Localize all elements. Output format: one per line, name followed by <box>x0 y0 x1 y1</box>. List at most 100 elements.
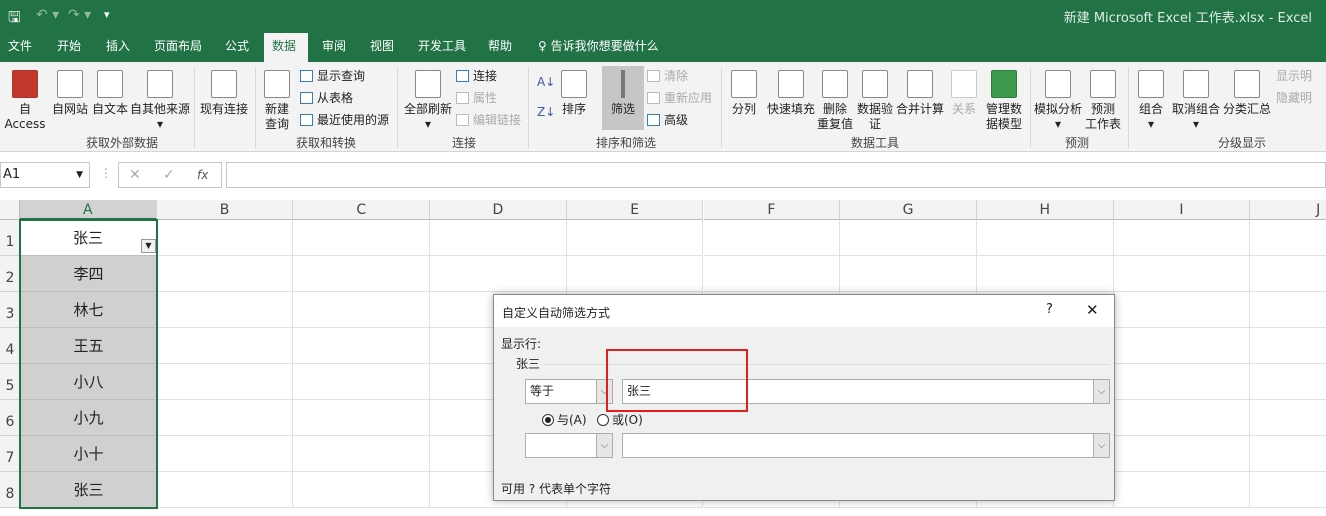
cell[interactable] <box>156 436 294 472</box>
cell[interactable] <box>1250 292 1326 328</box>
from-web-button[interactable]: 自网站 <box>50 70 90 117</box>
save-icon[interactable]: 🖫 <box>8 7 21 32</box>
cell[interactable] <box>566 256 704 292</box>
cell[interactable] <box>703 220 841 256</box>
remove-duplicates-button[interactable]: 删除 重复值 <box>816 70 854 132</box>
tab-help[interactable]: 帮助 <box>480 33 520 62</box>
tab-file[interactable]: 文件 <box>0 33 40 62</box>
hide-detail-button[interactable]: 隐藏明 <box>1276 90 1312 106</box>
insert-function-icon[interactable]: fx <box>197 163 208 187</box>
existing-connections-button[interactable]: 现有连接 <box>198 70 250 117</box>
clear-filter-button[interactable]: 清除 <box>647 68 688 84</box>
cell[interactable] <box>1250 364 1326 400</box>
tab-insert[interactable]: 插入 <box>98 33 138 62</box>
cell[interactable] <box>156 292 294 328</box>
cell-A4[interactable]: 王五 <box>20 328 157 364</box>
cell[interactable] <box>1113 472 1251 508</box>
select-all-button[interactable] <box>0 200 20 220</box>
cell[interactable] <box>1250 256 1326 292</box>
tab-view[interactable]: 视图 <box>362 33 402 62</box>
cell[interactable] <box>703 256 841 292</box>
cell[interactable] <box>293 436 431 472</box>
cell-A3[interactable]: 林七 <box>20 292 157 328</box>
cell[interactable] <box>156 364 294 400</box>
operator-2-select[interactable]: ⌵ <box>525 433 613 458</box>
what-if-analysis-button[interactable]: 模拟分析 ▾ <box>1033 70 1083 132</box>
cell[interactable] <box>156 400 294 436</box>
edit-links-button[interactable]: 编辑链接 <box>456 112 521 128</box>
row-header-2[interactable]: 2 <box>0 256 20 292</box>
row-header-7[interactable]: 7 <box>0 436 20 472</box>
data-validation-button[interactable]: 数据验 证 <box>855 70 895 132</box>
and-radio[interactable]: 与(A) <box>542 411 587 428</box>
new-query-button[interactable]: 新建 查询 <box>258 70 296 132</box>
tab-review[interactable]: 审阅 <box>314 33 354 62</box>
cell[interactable] <box>293 400 431 436</box>
operator-1-select[interactable]: 等于 ⌵ <box>525 379 613 404</box>
column-header-J[interactable]: J <box>1250 200 1326 220</box>
cell[interactable] <box>293 472 431 508</box>
cell[interactable] <box>430 256 567 292</box>
sort-button[interactable]: 排序 <box>558 70 590 117</box>
cell-A6[interactable]: 小九 <box>20 400 157 436</box>
reapply-button[interactable]: 重新应用 <box>647 90 712 106</box>
consolidate-button[interactable]: 合并计算 <box>895 70 945 117</box>
sort-ascending-button[interactable]: A↓ <box>537 74 555 90</box>
cell[interactable] <box>156 472 294 508</box>
customize-qat-icon[interactable]: ▾ <box>104 8 110 21</box>
relationships-button[interactable]: 关系 <box>948 70 980 117</box>
cell[interactable] <box>1250 472 1326 508</box>
cell[interactable] <box>1113 400 1251 436</box>
show-detail-button[interactable]: 显示明 <box>1276 68 1312 84</box>
cell[interactable] <box>156 220 294 256</box>
cell[interactable] <box>1113 292 1251 328</box>
cell[interactable] <box>840 256 977 292</box>
cell-A2[interactable]: 李四 <box>20 256 157 292</box>
cell[interactable] <box>430 220 567 256</box>
cell[interactable] <box>1113 328 1251 364</box>
cell[interactable] <box>1250 328 1326 364</box>
cell[interactable] <box>1113 220 1251 256</box>
advanced-filter-button[interactable]: 高级 <box>647 112 688 128</box>
formula-input[interactable] <box>226 162 1326 188</box>
from-text-button[interactable]: 自文本 <box>90 70 130 117</box>
cell-A8[interactable]: 张三 <box>20 472 157 508</box>
row-header-4[interactable]: 4 <box>0 328 20 364</box>
or-radio[interactable]: 或(O) <box>597 411 643 428</box>
name-box[interactable]: A1 ▼ <box>0 162 90 188</box>
forecast-sheet-button[interactable]: 预测 工作表 <box>1084 70 1122 132</box>
column-header-A[interactable]: A <box>20 200 157 220</box>
enter-icon[interactable]: ✓ <box>163 163 175 187</box>
tab-home[interactable]: 开始 <box>49 33 89 62</box>
from-other-sources-button[interactable]: 自其他来源 ▾ <box>130 70 190 132</box>
column-header-B[interactable]: B <box>156 200 294 220</box>
autofilter-dropdown-icon[interactable]: ▼ <box>141 239 156 253</box>
cell[interactable] <box>1250 436 1326 472</box>
row-header-8[interactable]: 8 <box>0 472 20 508</box>
help-button[interactable]: ? <box>1046 302 1053 317</box>
cell[interactable] <box>1113 364 1251 400</box>
connections-button[interactable]: 连接 <box>456 68 497 84</box>
tab-formulas[interactable]: 公式 <box>217 33 257 62</box>
cell-A7[interactable]: 小十 <box>20 436 157 472</box>
column-header-H[interactable]: H <box>976 200 1114 220</box>
cell[interactable] <box>293 220 431 256</box>
from-table-button[interactable]: 从表格 <box>300 90 353 106</box>
filter-button[interactable]: 筛选 <box>602 66 644 130</box>
cell[interactable] <box>293 256 431 292</box>
cell[interactable] <box>293 364 431 400</box>
row-header-3[interactable]: 3 <box>0 292 20 328</box>
cell[interactable] <box>840 220 977 256</box>
row-header-6[interactable]: 6 <box>0 400 20 436</box>
manage-data-model-button[interactable]: 管理数 据模型 <box>983 70 1025 132</box>
properties-button[interactable]: 属性 <box>456 90 497 106</box>
cell[interactable] <box>1113 436 1251 472</box>
sort-descending-button[interactable]: Z↓ <box>537 104 555 120</box>
close-button[interactable]: ✕ <box>1086 301 1099 319</box>
flash-fill-button[interactable]: 快速填充 <box>764 70 818 117</box>
ungroup-button[interactable]: 取消组合 ▾ <box>1170 70 1222 132</box>
cell[interactable] <box>1250 400 1326 436</box>
redo-icon[interactable]: ↷ ▾ <box>68 7 91 23</box>
tell-me-search[interactable]: ♀ 告诉我你想要做什么 <box>530 33 667 62</box>
cell-A5[interactable]: 小八 <box>20 364 157 400</box>
